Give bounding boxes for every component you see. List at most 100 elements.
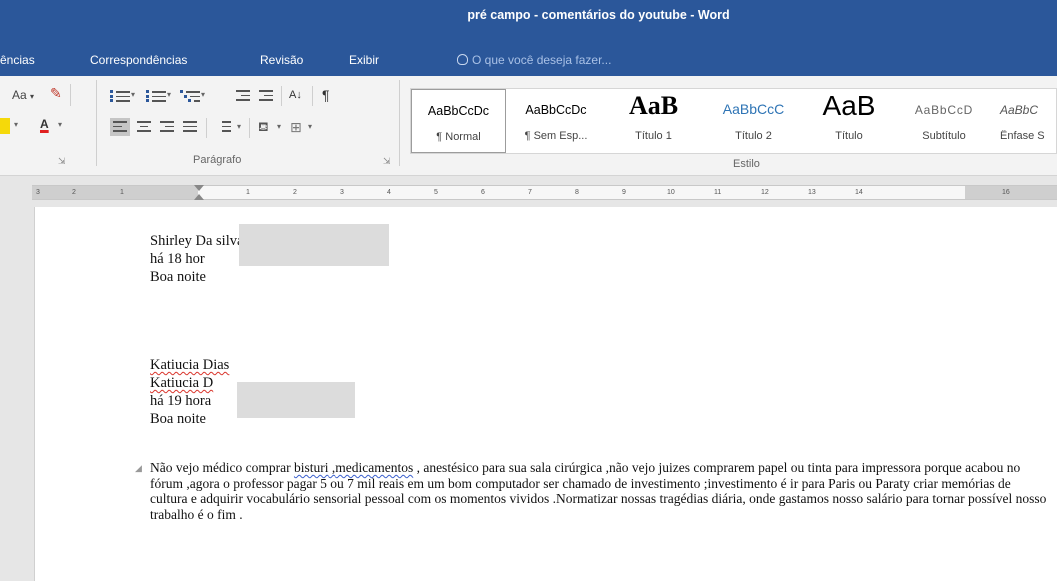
ruler-number: 12 xyxy=(761,189,769,196)
word-window: pré campo - comentários do youtube - Wor… xyxy=(0,0,1057,581)
style-titulo[interactable]: AaB Título xyxy=(804,89,894,153)
ruler-number: 10 xyxy=(667,189,675,196)
bullets-icon[interactable] xyxy=(110,88,130,104)
paragraph-dialog-launcher-icon[interactable]: ⇲ xyxy=(383,156,391,167)
tab-exibir[interactable]: Exibir xyxy=(349,53,379,67)
style-name: Título xyxy=(835,130,863,142)
style-name: ¶ Sem Esp... xyxy=(524,130,588,142)
styles-group-label: Estilo xyxy=(733,158,760,170)
style-preview: AaBbCcDc xyxy=(427,104,490,118)
justify-icon[interactable] xyxy=(180,118,200,136)
align-left-icon[interactable] xyxy=(110,118,130,136)
separator xyxy=(249,118,250,138)
chevron-down-icon[interactable]: ▾ xyxy=(277,122,281,131)
style-preview: AaB xyxy=(628,91,679,120)
style-preview: AaB xyxy=(822,90,876,121)
change-case-label: Aa xyxy=(12,88,27,102)
chevron-down-icon[interactable]: ▾ xyxy=(237,122,241,131)
chevron-down-icon[interactable]: ▾ xyxy=(167,90,171,99)
redacted-area xyxy=(237,382,355,418)
ruler-number: 2 xyxy=(293,189,297,196)
style-name: Ênfase S xyxy=(1000,130,1045,142)
increase-indent-icon[interactable] xyxy=(256,87,276,105)
chevron-down-icon[interactable]: ▾ xyxy=(14,120,18,129)
ruler-number: 6 xyxy=(481,189,485,196)
chevron-down-icon[interactable]: ▾ xyxy=(58,120,62,129)
style-preview: AaBbC xyxy=(1000,103,1039,117)
ruler-number: 9 xyxy=(622,189,626,196)
borders-icon[interactable]: ⊞ xyxy=(290,116,302,138)
tell-me-placeholder: O que você deseja fazer... xyxy=(472,53,612,67)
first-line-indent-marker[interactable] xyxy=(194,185,204,191)
highlight-color-icon[interactable] xyxy=(0,118,10,134)
horizontal-ruler[interactable]: 3 2 1 1 2 3 4 5 6 7 8 9 10 11 12 13 14 1… xyxy=(32,185,1057,200)
chevron-down-icon[interactable]: ▾ xyxy=(308,122,312,131)
chevron-down-icon[interactable]: ▾ xyxy=(131,90,135,99)
comment-text: Boa noite xyxy=(150,411,206,427)
title-bar: pré campo - comentários do youtube - Wor… xyxy=(0,0,1057,41)
comment-time: há 18 hor xyxy=(150,251,205,267)
grammar-flag-word: medicamentos xyxy=(335,460,414,475)
style-name: ¶ Normal xyxy=(436,131,481,143)
ruler-number: 5 xyxy=(434,189,438,196)
separator xyxy=(206,118,207,138)
ruler-number: 8 xyxy=(575,189,579,196)
tell-me-search[interactable]: O que você deseja fazer... xyxy=(457,53,611,67)
decrease-indent-icon[interactable] xyxy=(233,87,253,105)
ruler-number: 3 xyxy=(36,189,40,196)
tab-referencias[interactable]: ências xyxy=(0,53,35,67)
comment-text: Boa noite xyxy=(150,269,206,285)
style-preview: AaBbCcD xyxy=(914,103,974,117)
shading-icon[interactable]: ⛾ xyxy=(258,116,269,138)
ribbon: Aa ▾ ✎ ▾ A ▾ ▾ ▾ ▾ A↓ ¶ ▾ ⛾ ▾ ⊞ ▾ ⇲ Pará… xyxy=(0,76,1057,176)
separator xyxy=(70,84,71,106)
paragraph-group-label: Parágrafo xyxy=(193,154,242,166)
tab-revisao[interactable]: Revisão xyxy=(260,53,303,67)
style-sem-espacamento[interactable]: AaBbCcDc ¶ Sem Esp... xyxy=(511,89,601,153)
style-titulo-1[interactable]: AaB Título 1 xyxy=(606,89,701,153)
ruler-number: 7 xyxy=(528,189,532,196)
comment-author: Katiucia Dias xyxy=(150,357,230,373)
font-dialog-launcher-icon[interactable]: ⇲ xyxy=(58,156,66,167)
separator xyxy=(281,86,282,106)
tab-correspondencias[interactable]: Correspondências xyxy=(90,53,187,67)
redacted-area xyxy=(239,224,389,266)
show-formatting-marks-icon[interactable]: ¶ xyxy=(322,84,330,106)
hanging-indent-marker[interactable] xyxy=(194,194,204,200)
sort-icon[interactable]: A↓ xyxy=(289,84,302,106)
style-normal[interactable]: AaBbCcDc ¶ Normal xyxy=(411,89,506,153)
style-subtitulo[interactable]: AaBbCcD Subtítulo xyxy=(899,89,989,153)
ribbon-tabs: ências Correspondências Revisão Exibir O… xyxy=(0,41,1057,76)
styles-gallery: AaBbCcDc ¶ Normal AaBbCcDc ¶ Sem Esp... … xyxy=(410,88,1057,154)
ruler-number: 11 xyxy=(714,189,722,196)
numbering-icon[interactable] xyxy=(146,88,166,104)
ruler-number: 3 xyxy=(340,189,344,196)
style-name: Título 2 xyxy=(735,130,772,142)
style-name: Título 1 xyxy=(635,130,672,142)
document-page[interactable]: Shirley Da silva há 18 hor Boa noite Kat… xyxy=(34,207,1057,581)
ruler-number: 1 xyxy=(120,189,124,196)
style-enfase-sutil[interactable]: AaBbC Ênfase S xyxy=(994,89,1057,153)
paragraph-collapse-icon[interactable]: ◢ xyxy=(135,463,142,474)
font-color-button[interactable]: A xyxy=(40,113,49,135)
ruler-bar: 3 2 1 1 2 3 4 5 6 7 8 9 10 11 12 13 14 1… xyxy=(0,176,1057,207)
chevron-down-icon[interactable]: ▾ xyxy=(201,90,205,99)
align-center-icon[interactable] xyxy=(134,118,154,136)
change-case-button[interactable]: Aa ▾ xyxy=(12,84,34,106)
ruler-number: 13 xyxy=(808,189,816,196)
clear-formatting-icon[interactable]: ✎ xyxy=(50,82,62,104)
separator xyxy=(312,86,313,106)
style-preview: AaBbCcDc xyxy=(525,103,587,117)
style-name: Subtítulo xyxy=(922,130,966,142)
ruler-number: 2 xyxy=(72,189,76,196)
line-spacing-icon[interactable] xyxy=(214,118,234,136)
comment-author-repeat: Katiucia D xyxy=(150,375,214,391)
ruler-left-margin xyxy=(32,186,198,199)
style-preview: AaBbCcC xyxy=(722,101,785,117)
group-separator xyxy=(96,80,97,166)
style-titulo-2[interactable]: AaBbCcC Título 2 xyxy=(706,89,801,153)
comment-time: há 19 hora xyxy=(150,393,212,409)
align-right-icon[interactable] xyxy=(157,118,177,136)
multilevel-list-icon[interactable] xyxy=(180,88,200,104)
comment-author: Shirley Da silva xyxy=(150,233,244,249)
